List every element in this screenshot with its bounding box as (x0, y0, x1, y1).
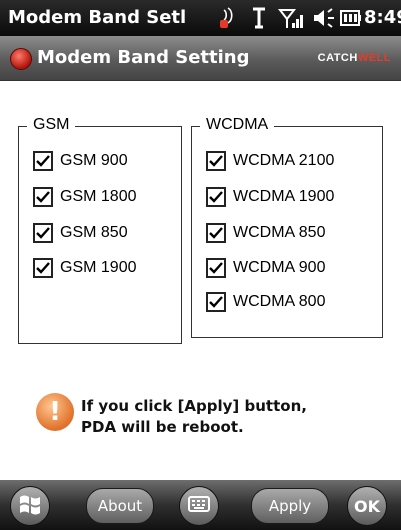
checkbox-gsm-900[interactable]: GSM 900 (33, 148, 128, 174)
wcdma-group: WCDMA WCDMA 2100 WCDMA 1900 WCDMA 850 WC… (191, 116, 383, 338)
start-button[interactable] (10, 486, 50, 526)
status-bar: Modem Band Setl 8:4 (0, 0, 401, 36)
apply-button[interactable]: Apply (251, 488, 329, 524)
checkbox-wcdma-850[interactable]: WCDMA 850 (206, 220, 325, 246)
checkbox-gsm-850[interactable]: GSM 850 (33, 220, 128, 246)
checkbox-label: GSM 1800 (60, 188, 137, 205)
clock[interactable]: 8:49 (364, 7, 401, 28)
checkbox-box[interactable] (206, 292, 226, 312)
checkbox-box[interactable] (206, 223, 226, 243)
ok-button-label: OK (354, 496, 380, 516)
warning-line-1: If you click [Apply] button, (81, 397, 307, 415)
keyboard-button[interactable] (179, 486, 219, 526)
checkbox-label: GSM 850 (60, 224, 128, 241)
app-logo-icon (10, 48, 32, 70)
checkbox-wcdma-800[interactable]: WCDMA 800 (206, 289, 325, 315)
checkbox-gsm-1900[interactable]: GSM 1900 (33, 255, 136, 281)
keyboard-icon (188, 496, 210, 516)
data-connection-icon (250, 6, 268, 34)
checkbox-label: GSM 1900 (60, 259, 137, 276)
windows-logo-icon (18, 493, 42, 519)
page-title: Modem Band Setting (37, 47, 250, 68)
gsm-legend: GSM (27, 116, 76, 134)
checkbox-label: WCDMA 900 (233, 259, 326, 276)
ok-button[interactable]: OK (347, 486, 387, 526)
apply-button-label: Apply (268, 497, 312, 515)
checkbox-box[interactable] (33, 258, 53, 278)
checkbox-wcdma-2100[interactable]: WCDMA 2100 (206, 148, 334, 174)
wcdma-legend: WCDMA (200, 116, 275, 134)
checkbox-label: WCDMA 800 (233, 293, 326, 310)
checkbox-wcdma-900[interactable]: WCDMA 900 (206, 255, 325, 281)
brand-logo: CATCHWELL (318, 52, 391, 64)
warning-line-2: PDA will be reboot. (81, 418, 244, 436)
checkbox-box[interactable] (33, 223, 53, 243)
about-button-label: About (97, 497, 143, 515)
battery-icon (340, 9, 362, 31)
warning-icon-glyph: ! (49, 397, 61, 427)
warning-icon: ! (36, 393, 74, 431)
page-header: Modem Band Setting CATCHWELL (0, 36, 401, 81)
cellular-signal-icon (277, 6, 304, 34)
softkey-bar: About Apply OK (0, 480, 401, 530)
checkbox-wcdma-1900[interactable]: WCDMA 1900 (206, 184, 334, 210)
checkbox-box[interactable] (33, 151, 53, 171)
checkbox-label: GSM 900 (60, 152, 128, 169)
checkbox-box[interactable] (33, 187, 53, 207)
checkbox-box[interactable] (206, 258, 226, 278)
checkbox-label: WCDMA 1900 (233, 188, 335, 205)
checkbox-gsm-1800[interactable]: GSM 1800 (33, 184, 136, 210)
brand-part1: CATCH (317, 52, 358, 64)
warning-message: If you click [Apply] button, PDA will be… (81, 396, 307, 438)
brand-part2: WELL (357, 52, 391, 64)
app-title: Modem Band Setl (8, 7, 187, 28)
gsm-group: GSM GSM 900 GSM 1800 GSM 850 GSM 1900 (18, 116, 182, 344)
checkbox-label: WCDMA 2100 (233, 152, 335, 169)
checkbox-box[interactable] (206, 151, 226, 171)
volume-icon (312, 6, 336, 34)
checkbox-box[interactable] (206, 187, 226, 207)
about-button[interactable]: About (86, 488, 154, 524)
signal-strength-icon (218, 6, 240, 34)
checkbox-label: WCDMA 850 (233, 224, 326, 241)
